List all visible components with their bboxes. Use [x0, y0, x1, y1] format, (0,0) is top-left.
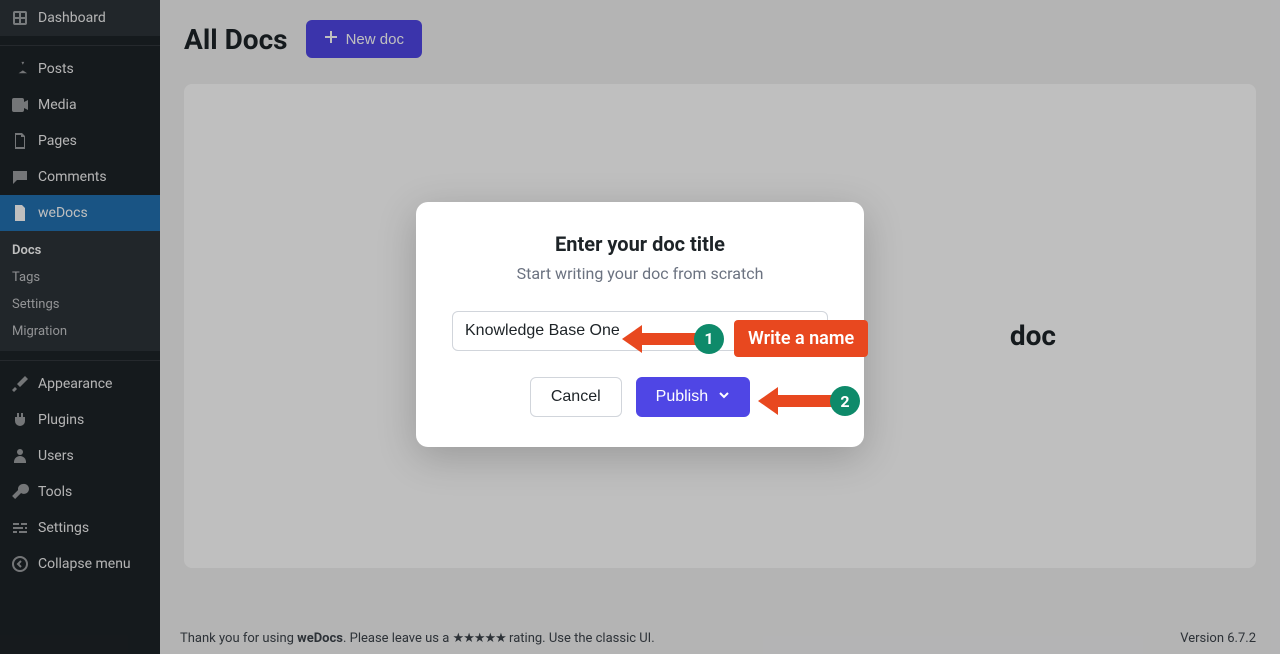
sidebar-separator [0, 41, 160, 46]
publish-label: Publish [656, 388, 708, 406]
sidebar-item-label: Tools [38, 484, 72, 500]
dashboard-icon [10, 8, 30, 28]
sidebar-item-label: Posts [38, 61, 74, 77]
new-doc-button[interactable]: New doc [306, 20, 422, 58]
admin-sidebar: Dashboard Posts Media Pages Comments weD… [0, 0, 160, 654]
plug-icon [10, 410, 30, 430]
sidebar-item-media[interactable]: Media [0, 87, 160, 123]
sliders-icon [10, 518, 30, 538]
sidebar-item-settings[interactable]: Settings [0, 510, 160, 546]
footer: Thank you for using weDocs. Please leave… [180, 631, 1256, 646]
new-doc-label: New doc [346, 31, 404, 48]
sidebar-item-label: Comments [38, 169, 107, 185]
sidebar-item-plugins[interactable]: Plugins [0, 402, 160, 438]
submenu-item-tags[interactable]: Tags [0, 264, 160, 291]
annotation-step-1: 1 Write a name [622, 320, 868, 357]
pin-icon [10, 59, 30, 79]
sidebar-item-pages[interactable]: Pages [0, 123, 160, 159]
sidebar-item-label: Pages [38, 133, 77, 149]
chevron-down-icon [718, 388, 730, 406]
sidebar-item-label: Settings [38, 520, 89, 536]
arrow-icon [758, 387, 778, 415]
wrench-icon [10, 482, 30, 502]
sidebar-item-label: Collapse menu [38, 556, 131, 572]
user-icon [10, 446, 30, 466]
sidebar-item-collapse[interactable]: Collapse menu [0, 546, 160, 582]
sidebar-item-label: weDocs [38, 205, 88, 221]
collapse-icon [10, 554, 30, 574]
step-number-badge: 2 [830, 386, 860, 416]
sidebar-item-comments[interactable]: Comments [0, 159, 160, 195]
page-icon [10, 131, 30, 151]
doc-icon [10, 203, 30, 223]
sidebar-item-label: Plugins [38, 412, 84, 428]
modal-title: Enter your doc title [452, 232, 828, 256]
arrow-icon [622, 325, 642, 353]
modal-subtitle: Start writing your doc from scratch [452, 264, 828, 283]
sidebar-submenu-wedocs: Docs Tags Settings Migration [0, 231, 160, 351]
sidebar-item-wedocs[interactable]: weDocs [0, 195, 160, 231]
sidebar-item-label: Dashboard [38, 10, 106, 26]
sidebar-item-appearance[interactable]: Appearance [0, 366, 160, 402]
footer-version: Version 6.7.2 [1180, 631, 1256, 646]
arrow-shaft [778, 395, 838, 407]
sidebar-item-users[interactable]: Users [0, 438, 160, 474]
plus-icon [324, 30, 338, 48]
annotation-step-2: 2 [758, 386, 860, 416]
hero-partial-text: doc [1010, 319, 1056, 352]
cancel-button[interactable]: Cancel [530, 377, 622, 417]
comment-icon [10, 167, 30, 187]
brush-icon [10, 374, 30, 394]
submenu-item-docs[interactable]: Docs [0, 237, 160, 264]
sidebar-item-label: Appearance [38, 376, 112, 392]
sidebar-separator [0, 356, 160, 361]
sidebar-item-tools[interactable]: Tools [0, 474, 160, 510]
footer-thanks: Thank you for using weDocs. Please leave… [180, 631, 655, 646]
sidebar-item-label: Media [38, 97, 77, 113]
page-title: All Docs [184, 23, 288, 56]
arrow-shaft [642, 333, 702, 345]
star-rating: ★★★★★ [453, 631, 506, 646]
sidebar-item-dashboard[interactable]: Dashboard [0, 0, 160, 36]
submenu-item-settings[interactable]: Settings [0, 291, 160, 318]
media-icon [10, 95, 30, 115]
submenu-item-migration[interactable]: Migration [0, 318, 160, 345]
page-header: All Docs New doc [184, 20, 1256, 58]
publish-button[interactable]: Publish [636, 377, 750, 417]
sidebar-item-label: Users [38, 448, 74, 464]
step-number-badge: 1 [694, 324, 724, 354]
annotation-label: Write a name [734, 320, 868, 357]
sidebar-item-posts[interactable]: Posts [0, 51, 160, 87]
